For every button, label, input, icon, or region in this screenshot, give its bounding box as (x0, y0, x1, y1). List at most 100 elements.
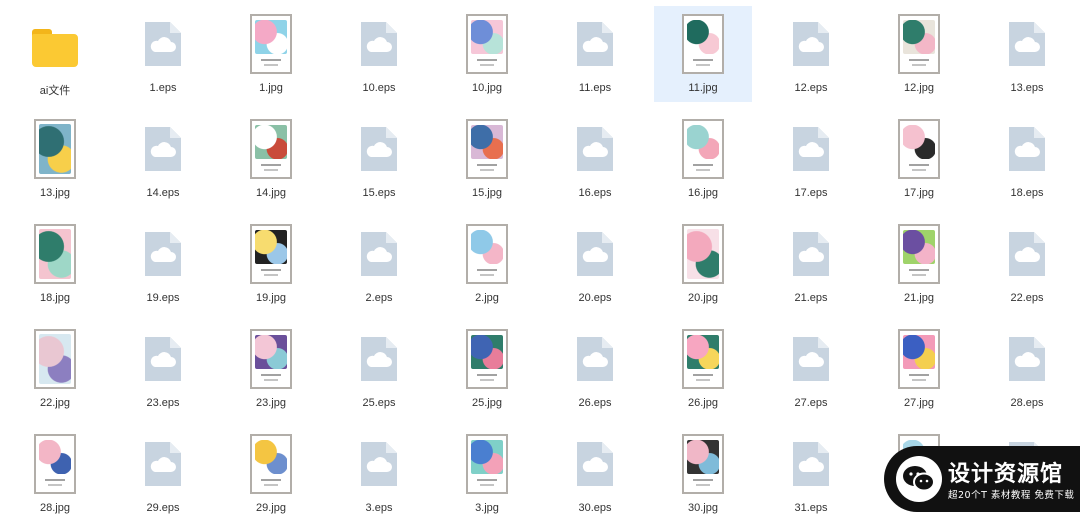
image-thumbnail (682, 432, 724, 496)
file-item[interactable]: 29.eps (114, 426, 212, 522)
file-name: 18.eps (1010, 187, 1044, 199)
file-name: 23.eps (146, 397, 180, 409)
file-item[interactable]: 10.eps (330, 6, 428, 102)
file-item[interactable]: 18.jpg (6, 216, 104, 312)
image-thumbnail (466, 222, 508, 286)
file-item[interactable]: 31.eps (762, 426, 860, 522)
file-name: 19.jpg (256, 292, 286, 304)
file-item[interactable]: 21.eps (762, 216, 860, 312)
file-item[interactable]: 2.eps (330, 216, 428, 312)
file-item[interactable]: 14.jpg (222, 111, 320, 207)
file-item[interactable]: 17.jpg (870, 111, 968, 207)
image-thumbnail (898, 12, 940, 76)
file-item[interactable]: 16.jpg (654, 111, 752, 207)
image-thumbnail (250, 222, 292, 286)
file-item[interactable]: 27.jpg (870, 321, 968, 417)
eps-file-icon (575, 12, 615, 76)
file-name: 29.jpg (256, 502, 286, 514)
file-name: ai文件 (39, 85, 71, 97)
file-name: 1.eps (149, 82, 177, 94)
file-name: 18.jpg (40, 292, 70, 304)
file-item[interactable]: 22.eps (978, 216, 1076, 312)
watermark-brand: 设计资源馆 (948, 462, 1064, 487)
file-item[interactable]: 28.jpg (6, 426, 104, 522)
file-name: 21.jpg (904, 292, 934, 304)
file-item[interactable]: 28.eps (978, 321, 1076, 417)
file-name: 14.eps (146, 187, 180, 199)
image-thumbnail (34, 432, 76, 496)
file-name: 10.eps (362, 82, 396, 94)
eps-file-icon (143, 117, 183, 181)
file-item[interactable]: 17.eps (762, 111, 860, 207)
file-item[interactable]: 23.jpg (222, 321, 320, 417)
file-name: 25.eps (362, 397, 396, 409)
file-name: 31.eps (794, 502, 828, 514)
file-name: 13.jpg (40, 187, 70, 199)
file-item[interactable]: 11.eps (546, 6, 644, 102)
image-thumbnail (682, 117, 724, 181)
file-item[interactable]: 11.jpg (654, 6, 752, 102)
file-item[interactable]: 23.eps (114, 321, 212, 417)
image-thumbnail (466, 327, 508, 391)
file-name: 23.jpg (256, 397, 286, 409)
eps-file-icon (1007, 117, 1047, 181)
file-item[interactable]: 30.eps (546, 426, 644, 522)
file-name: 28.eps (1010, 397, 1044, 409)
file-item[interactable]: 29.jpg (222, 426, 320, 522)
file-item[interactable]: 15.eps (330, 111, 428, 207)
file-item[interactable]: 19.eps (114, 216, 212, 312)
file-item[interactable]: 20.eps (546, 216, 644, 312)
file-name: 11.eps (578, 82, 612, 94)
file-item[interactable]: 22.jpg (6, 321, 104, 417)
eps-file-icon (359, 432, 399, 496)
file-item[interactable]: 3.jpg (438, 426, 536, 522)
file-name: 11.jpg (688, 82, 718, 94)
file-name: 17.eps (794, 187, 828, 199)
file-name: 26.jpg (688, 397, 718, 409)
eps-file-icon (1007, 222, 1047, 286)
file-item[interactable]: 25.jpg (438, 321, 536, 417)
eps-file-icon (575, 327, 615, 391)
file-item[interactable]: 3.eps (330, 426, 428, 522)
file-name: 10.jpg (472, 82, 502, 94)
file-name: 28.jpg (40, 502, 70, 514)
file-item[interactable]: 27.eps (762, 321, 860, 417)
image-thumbnail (250, 432, 292, 496)
image-thumbnail (898, 327, 940, 391)
folder-item[interactable]: ai文件 (6, 6, 104, 102)
file-item[interactable]: 21.jpg (870, 216, 968, 312)
file-item[interactable]: 18.eps (978, 111, 1076, 207)
file-item[interactable]: 20.jpg (654, 216, 752, 312)
watermark-tagline: 超20个T 素材教程 免费下载 (948, 490, 1075, 501)
file-name: 3.eps (365, 502, 393, 514)
image-thumbnail (898, 222, 940, 286)
file-item[interactable]: 26.eps (546, 321, 644, 417)
file-item[interactable]: 13.jpg (6, 111, 104, 207)
file-item[interactable]: 25.eps (330, 321, 428, 417)
file-item[interactable]: 16.eps (546, 111, 644, 207)
file-item[interactable]: 12.jpg (870, 6, 968, 102)
eps-file-icon (575, 432, 615, 496)
file-name: 20.eps (578, 292, 612, 304)
image-thumbnail (466, 117, 508, 181)
file-item[interactable]: 19.jpg (222, 216, 320, 312)
image-thumbnail (34, 327, 76, 391)
file-item[interactable]: 1.eps (114, 6, 212, 102)
image-thumbnail (34, 117, 76, 181)
file-item[interactable]: 10.jpg (438, 6, 536, 102)
image-thumbnail (466, 12, 508, 76)
file-item[interactable]: 13.eps (978, 6, 1076, 102)
file-name: 30.eps (578, 502, 612, 514)
file-name: 29.eps (146, 502, 180, 514)
file-name: 17.jpg (904, 187, 934, 199)
eps-file-icon (575, 117, 615, 181)
file-item[interactable]: 30.jpg (654, 426, 752, 522)
image-thumbnail (682, 327, 724, 391)
file-item[interactable]: 15.jpg (438, 111, 536, 207)
file-name: 21.eps (794, 292, 828, 304)
file-item[interactable]: 2.jpg (438, 216, 536, 312)
file-item[interactable]: 1.jpg (222, 6, 320, 102)
file-item[interactable]: 26.jpg (654, 321, 752, 417)
file-item[interactable]: 14.eps (114, 111, 212, 207)
file-item[interactable]: 12.eps (762, 6, 860, 102)
